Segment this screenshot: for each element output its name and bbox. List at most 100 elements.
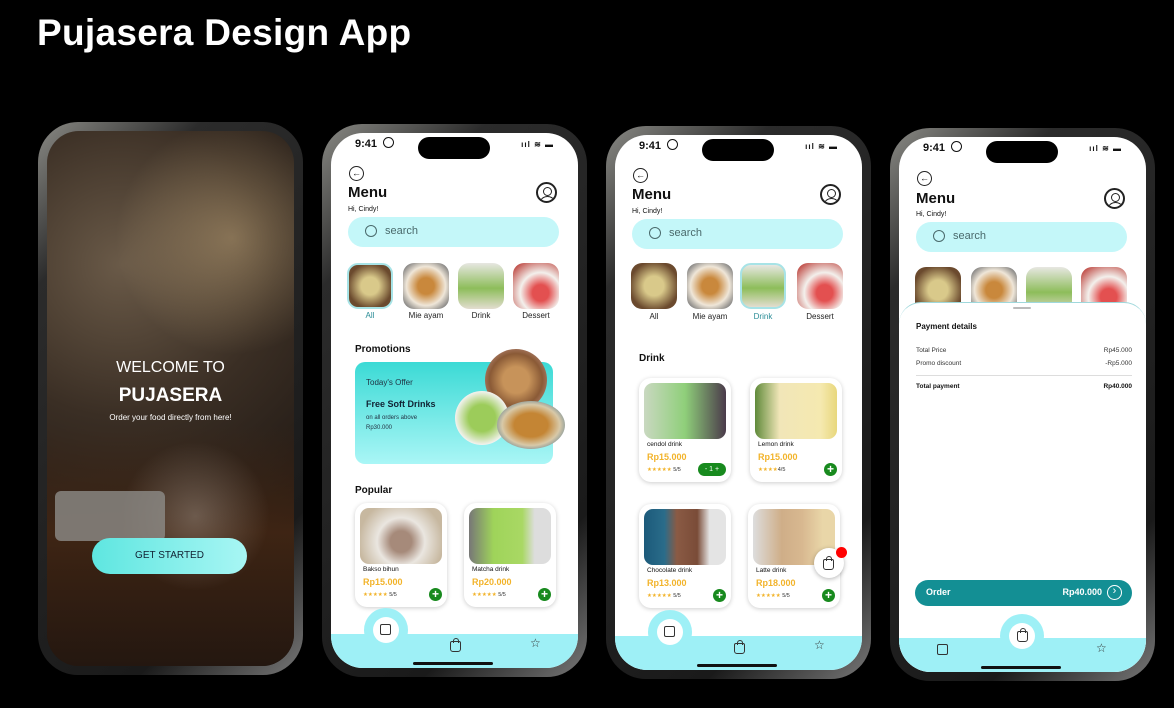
drink-card[interactable]: cendol drink Rp15.000 ★★★★★ 5/5 - 1 + xyxy=(639,378,731,482)
store-icon[interactable] xyxy=(937,644,948,655)
search-input[interactable]: search xyxy=(916,222,1127,252)
profile-icon[interactable] xyxy=(1104,188,1125,209)
promo-headline: Free Soft Drinks xyxy=(366,399,436,409)
status-icons: ııl ≋ ▬ xyxy=(1089,144,1122,153)
search-input[interactable]: search xyxy=(632,219,843,249)
category-mie-ayam[interactable] xyxy=(403,263,449,309)
drink-card[interactable]: Lemon drink Rp15.000 ★★★★4/5 + xyxy=(750,378,842,482)
drink-rating: ★★★★4/5 xyxy=(758,467,785,473)
home-indicator xyxy=(697,664,777,667)
welcome-brand: PUJASERA xyxy=(118,385,223,406)
drink-card[interactable]: Chocolate drink Rp13.000 ★★★★★ 5/5 + xyxy=(639,504,731,608)
category-mie-ayam[interactable] xyxy=(687,263,733,309)
search-input[interactable]: search xyxy=(348,217,559,247)
food-image xyxy=(360,508,442,564)
phone-drink: 9:41 ııl ≋ ▬ ← Menu Hi, Cindy! search Al… xyxy=(606,126,871,679)
search-placeholder: search xyxy=(953,230,987,242)
rating-stars: ★★★★★ xyxy=(363,592,388,598)
category-label: Mie ayam xyxy=(692,312,728,321)
status-time: 9:41 xyxy=(355,138,378,150)
category-label: Mie ayam xyxy=(408,311,444,320)
rating-value: 4/5 xyxy=(777,467,786,473)
whatsapp-icon xyxy=(383,137,394,148)
drink-screen: 9:41 ııl ≋ ▬ ← Menu Hi, Cindy! search Al… xyxy=(615,135,862,670)
drink-rating: ★★★★★ 5/5 xyxy=(647,467,681,473)
drink-rating: ★★★★★ 5/5 xyxy=(647,593,681,599)
back-icon[interactable]: ← xyxy=(349,166,364,181)
total-payment-value: Rp40.000 xyxy=(1103,383,1132,390)
rating-value: 5/5 xyxy=(389,592,397,598)
menu-title: Menu xyxy=(348,184,388,201)
rating-stars: ★★★★★ xyxy=(756,593,781,599)
category-label: Drink xyxy=(471,311,491,320)
promo-condition: on all orders above xyxy=(366,415,418,421)
add-button[interactable]: + xyxy=(822,589,835,602)
rating-value: 5/5 xyxy=(498,592,506,598)
welcome-line1: WELCOME TO xyxy=(116,359,225,376)
quantity-stepper[interactable]: - 1 + xyxy=(698,463,726,476)
star-icon[interactable]: ☆ xyxy=(814,639,825,651)
home-indicator xyxy=(413,662,493,665)
promo-offer: Today's Offer xyxy=(366,378,413,387)
profile-icon[interactable] xyxy=(820,184,841,205)
search-placeholder: search xyxy=(385,225,419,237)
page-title: Pujasera Design App xyxy=(37,12,412,53)
status-icons: ııl ≋ ▬ xyxy=(805,142,838,151)
drink-price: Rp15.000 xyxy=(758,452,798,462)
drink-heading: Drink xyxy=(639,353,665,364)
nav-bag-active[interactable] xyxy=(1000,614,1044,658)
category-dessert[interactable] xyxy=(513,263,559,309)
cart-badge xyxy=(836,547,847,558)
profile-icon[interactable] xyxy=(536,182,557,203)
status-time: 9:41 xyxy=(923,142,946,154)
dynamic-island xyxy=(702,139,774,161)
phone-payment: 9:41 ııl ≋ ▬ ← Menu Hi, Cindy! search Pa… xyxy=(890,128,1155,681)
rating-value: 5/5 xyxy=(782,593,790,599)
whatsapp-icon xyxy=(667,139,678,150)
bag-icon[interactable] xyxy=(450,638,461,652)
home-indicator xyxy=(981,666,1061,669)
category-all[interactable] xyxy=(631,263,677,309)
category-dessert[interactable] xyxy=(797,263,843,309)
order-label: Order xyxy=(926,587,951,597)
add-button[interactable]: + xyxy=(429,588,442,601)
payment-heading: Payment details xyxy=(916,322,977,331)
nav-store-active[interactable] xyxy=(364,608,408,652)
total-price-label: Total Price xyxy=(916,347,947,354)
back-icon[interactable]: ← xyxy=(917,171,932,186)
category-label: Dessert xyxy=(806,312,834,321)
add-button[interactable]: + xyxy=(538,588,551,601)
category-label: All xyxy=(365,311,375,320)
category-label: Drink xyxy=(753,312,773,321)
food-name: Bakso bihun xyxy=(363,566,399,573)
arrow-right-icon: › xyxy=(1107,585,1122,600)
category-drink[interactable] xyxy=(458,263,504,309)
promotions-heading: Promotions xyxy=(355,344,411,355)
bag-icon[interactable] xyxy=(734,640,745,654)
category-drink[interactable] xyxy=(740,263,786,309)
nav-store-active[interactable] xyxy=(648,610,692,654)
rating-stars: ★★★★★ xyxy=(472,592,497,598)
search-icon xyxy=(649,227,661,239)
greeting: Hi, Cindy! xyxy=(348,206,379,213)
category-all[interactable] xyxy=(347,263,393,309)
drink-image xyxy=(644,383,726,439)
food-card[interactable]: Matcha drink Rp20.000 ★★★★★ 5/5 + xyxy=(464,503,556,607)
food-name: Matcha drink xyxy=(472,566,510,573)
star-icon[interactable]: ☆ xyxy=(1096,642,1107,654)
add-button[interactable]: + xyxy=(824,463,837,476)
back-icon[interactable]: ← xyxy=(633,168,648,183)
order-button[interactable]: Order Rp40.000 › xyxy=(915,580,1132,606)
category-label: Dessert xyxy=(522,311,550,320)
drink-image xyxy=(644,509,726,565)
add-button[interactable]: + xyxy=(713,589,726,602)
food-card[interactable]: Bakso bihun Rp15.000 ★★★★★ 5/5 + xyxy=(355,503,447,607)
rating-value: 5/5 xyxy=(673,593,681,599)
star-icon[interactable]: ☆ xyxy=(530,637,541,649)
get-started-button[interactable]: GET STARTED xyxy=(92,538,247,574)
status-time: 9:41 xyxy=(639,140,662,152)
promo-label: Promo discount xyxy=(916,360,962,367)
sheet-handle[interactable] xyxy=(1013,307,1031,309)
popular-heading: Popular xyxy=(355,485,393,496)
laptop xyxy=(55,491,165,541)
